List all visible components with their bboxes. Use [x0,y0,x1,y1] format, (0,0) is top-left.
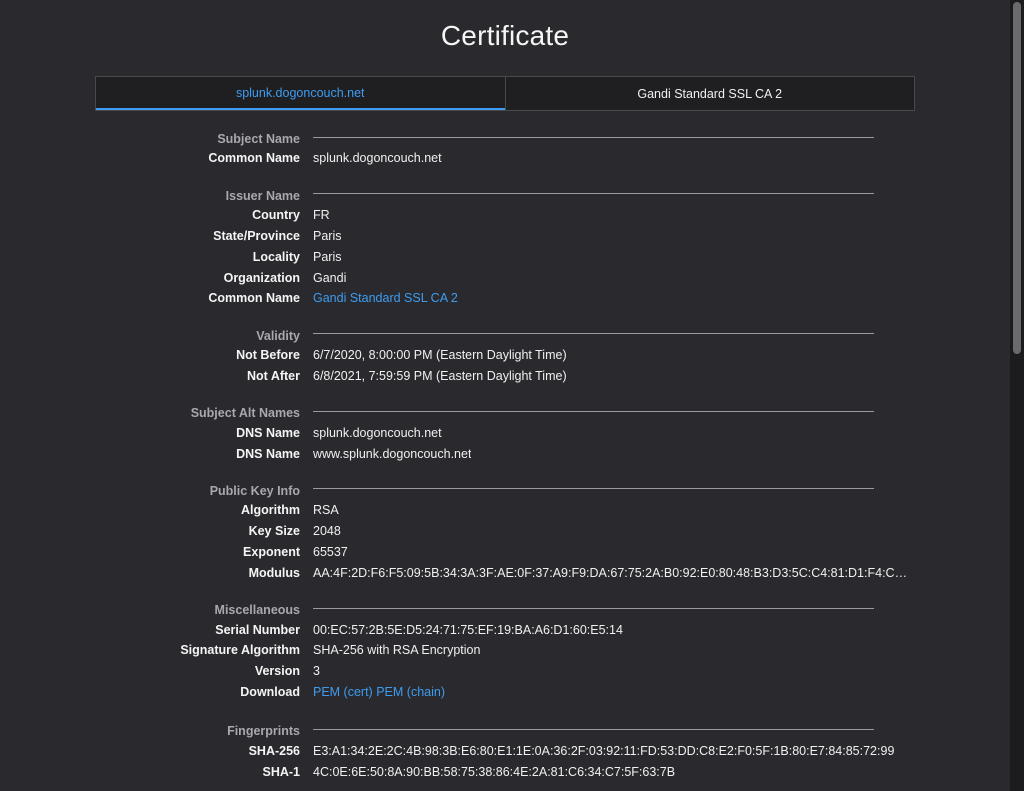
certificate-tabs: splunk.dogoncouch.net Gandi Standard SSL… [95,76,915,111]
section-public-key-info: Public Key Info Algorithm RSA Key Size 2… [0,482,1010,583]
field-row: Not After 6/8/2021, 7:59:59 PM (Eastern … [0,366,1010,387]
section-title: Miscellaneous [214,603,300,618]
section-divider [313,410,874,412]
section-divider [313,607,874,609]
field-row: Exponent 65537 [0,542,1010,563]
field-label: Serial Number [215,622,300,637]
field-label: SHA-1 [262,764,300,779]
field-row: SHA-1 4C:0E:6E:50:8A:90:BB:58:75:38:86:4… [0,761,1010,782]
section-title: Subject Alt Names [190,406,300,421]
section-divider [313,136,874,138]
section-subject-name: Subject Name Common Name splunk.dogoncou… [0,130,1010,169]
page-title: Certificate [440,20,570,51]
section-fingerprints: Fingerprints SHA-256 E3:A1:34:2E:2C:4B:9… [0,722,1010,782]
field-label: Signature Algorithm [180,643,300,658]
field-value: 3 [313,664,320,679]
section-miscellaneous: Miscellaneous Serial Number 00:EC:57:2B:… [0,601,1010,702]
field-value: SHA-256 with RSA Encryption [313,643,481,658]
section-title: Fingerprints [227,724,300,739]
field-row: Country FR [0,205,1010,226]
field-row: SHA-256 E3:A1:34:2E:2C:4B:98:3B:E6:80:E1… [0,740,1010,761]
field-row: Common Name Gandi Standard SSL CA 2 [0,288,1010,309]
issuer-common-name-link[interactable]: Gandi Standard SSL CA 2 [313,291,458,305]
field-label: Common Name [208,151,300,166]
field-value: splunk.dogoncouch.net [313,425,442,440]
tab-splunk-dogoncouch[interactable]: splunk.dogoncouch.net [96,77,505,110]
field-label: Not After [246,368,300,383]
field-row: Key Size 2048 [0,521,1010,542]
field-value: 6/8/2021, 7:59:59 PM (Eastern Daylight T… [313,368,567,383]
field-value: Gandi [313,270,347,285]
field-label: Modulus [248,565,300,580]
section-validity: Validity Not Before 6/7/2020, 8:00:00 PM… [0,327,1010,387]
field-value: splunk.dogoncouch.net [313,151,442,166]
section-title: Validity [256,328,300,343]
field-row: Serial Number 00:EC:57:2B:5E:D5:24:71:75… [0,619,1010,640]
tab-gandi-ca[interactable]: Gandi Standard SSL CA 2 [504,77,914,110]
section-subject-alt-names: Subject Alt Names DNS Name splunk.dogonc… [0,404,1010,464]
field-row: Common Name splunk.dogoncouch.net [0,148,1010,169]
scrollbar-thumb[interactable] [1013,2,1021,354]
field-row: Locality Paris [0,246,1010,267]
field-row: Organization Gandi [0,267,1010,288]
section-divider [313,193,874,195]
field-label: Download [240,684,300,699]
field-label: Common Name [208,291,300,306]
field-label: Not Before [236,348,300,363]
section-title: Public Key Info [209,483,300,498]
download-pem-chain-link[interactable]: PEM (chain) [376,685,445,699]
vertical-scrollbar[interactable] [1010,0,1024,791]
section-title: Subject Name [217,132,300,146]
field-label: DNS Name [236,446,300,461]
field-row: Algorithm RSA [0,500,1010,521]
field-value: www.splunk.dogoncouch.net [313,446,472,461]
field-value: E3:A1:34:2E:2C:4B:98:3B:E6:80:E1:1E:0A:3… [313,743,895,758]
field-row: DNS Name www.splunk.dogoncouch.net [0,443,1010,464]
field-label: Organization [223,270,300,285]
field-label: Algorithm [240,503,300,518]
field-label: Country [252,208,300,223]
section-divider [313,333,874,335]
section-divider [313,488,874,490]
certificate-viewer: Certificate splunk.dogoncouch.net Gandi … [0,0,1024,791]
field-value: RSA [313,503,339,518]
download-pem-cert-link[interactable]: PEM (cert) [313,685,373,699]
field-value: 2048 [313,524,341,539]
field-row: State/Province Paris [0,226,1010,247]
field-row: Download PEM (cert) PEM (chain) [0,682,1010,703]
field-value: AA:4F:2D:F6:F5:09:5B:34:3A:3F:AE:0F:37:A… [313,565,913,580]
field-row: DNS Name splunk.dogoncouch.net [0,422,1010,443]
field-row: Modulus AA:4F:2D:F6:F5:09:5B:34:3A:3F:AE… [0,562,1010,583]
field-value: Paris [313,228,342,243]
section-divider [313,728,874,730]
field-value: Paris [313,249,342,264]
certificate-details: Subject Name Common Name splunk.dogoncou… [0,130,1010,782]
field-label: Key Size [248,524,300,539]
field-label: Version [254,664,300,679]
field-label: SHA-256 [248,743,300,758]
field-value: 6/7/2020, 8:00:00 PM (Eastern Daylight T… [313,348,567,363]
field-row: Version 3 [0,661,1010,682]
field-row: Not Before 6/7/2020, 8:00:00 PM (Eastern… [0,345,1010,366]
section-issuer-name: Issuer Name Country FR State/Province Pa… [0,187,1010,309]
section-title: Issuer Name [225,188,300,203]
field-row: Signature Algorithm SHA-256 with RSA Enc… [0,640,1010,661]
field-label: Locality [252,249,300,264]
field-label: State/Province [213,228,300,243]
field-value: 00:EC:57:2B:5E:D5:24:71:75:EF:19:BA:A6:D… [313,622,623,637]
field-value: 65537 [313,544,348,559]
field-label: Exponent [243,544,300,559]
field-value: FR [313,208,330,223]
field-value: 4C:0E:6E:50:8A:90:BB:58:75:38:86:4E:2A:8… [313,764,676,779]
field-label: DNS Name [236,425,300,440]
download-links: PEM (cert) PEM (chain) [313,685,445,699]
